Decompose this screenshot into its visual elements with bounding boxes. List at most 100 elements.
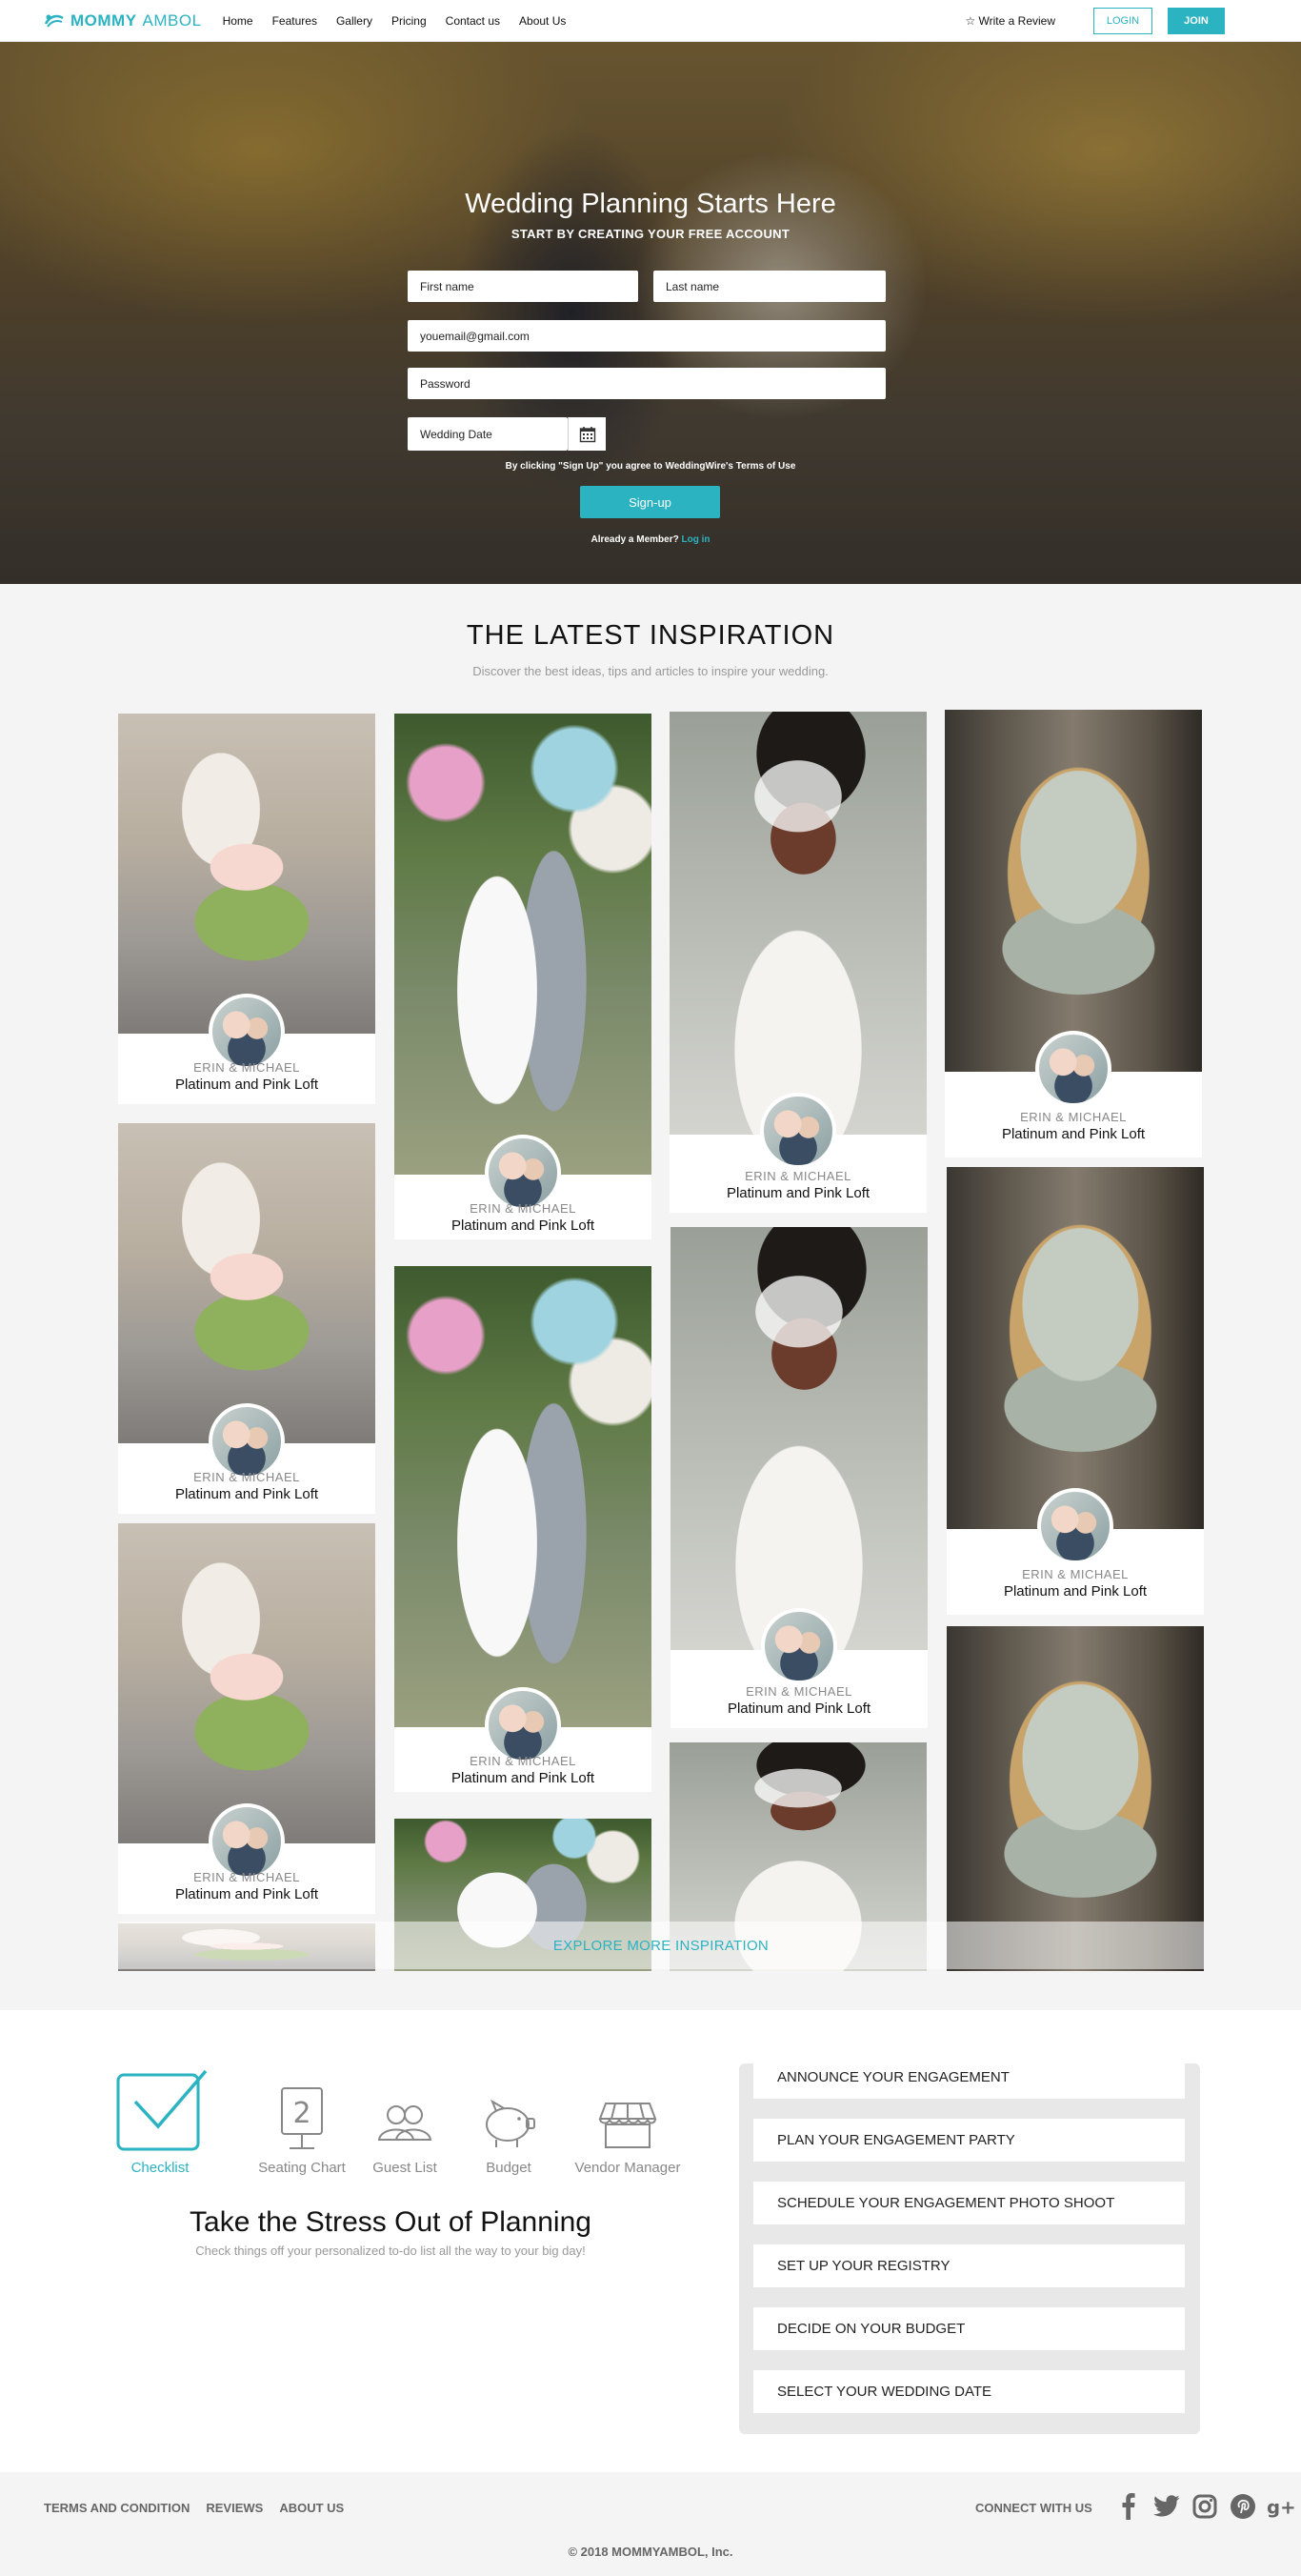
nav-link-gallery[interactable]: Gallery — [336, 14, 372, 28]
avatar — [485, 1135, 561, 1211]
instagram-icon[interactable] — [1191, 2491, 1219, 2522]
card-title: Platinum and Pink Loft — [174, 1486, 319, 1502]
login-button[interactable]: LOGIN — [1093, 7, 1152, 34]
twitter-icon[interactable] — [1152, 2491, 1181, 2522]
inspiration-card[interactable]: ERIN & MICHAEL Platinum and Pink Loft — [118, 1523, 375, 1914]
tool-seating-chart[interactable]: 2 Seating Chart — [250, 2086, 354, 2176]
tool-checklist[interactable]: Checklist — [112, 2069, 208, 2176]
avatar — [209, 1403, 285, 1479]
nav-link-pricing[interactable]: Pricing — [391, 14, 427, 28]
inspiration-card[interactable]: ERIN & MICHAEL Platinum and Pink Loft — [945, 710, 1202, 1157]
nav-link-features[interactable]: Features — [272, 14, 317, 28]
card-title: Platinum and Pink Loft — [727, 1701, 871, 1717]
tool-guest-list[interactable]: Guest List — [367, 2098, 443, 2176]
card-title: Platinum and Pink Loft — [1001, 1126, 1146, 1142]
avatar — [1035, 1031, 1111, 1107]
seating-chart-icon: 2 — [281, 2087, 323, 2149]
social-links: g+ — [1114, 2491, 1295, 2522]
first-name-input[interactable]: First name — [408, 271, 638, 302]
wedding-date-input[interactable]: Wedding Date — [408, 417, 568, 451]
inspiration-card[interactable]: ERIN & MICHAEL Platinum and Pink Loft — [671, 1227, 928, 1728]
inspiration-subtitle: Discover the best ideas, tips and articl… — [472, 664, 829, 678]
todo-list: ANNOUNCE YOUR ENGAGEMENT PLAN YOUR ENGAG… — [739, 2056, 1200, 2434]
footer-link-about[interactable]: ABOUT US — [279, 2501, 344, 2515]
hero-title: Wedding Planning Starts Here — [465, 189, 836, 219]
tool-label: Seating Chart — [258, 2160, 346, 2176]
todo-item[interactable]: PLAN YOUR ENGAGEMENT PARTY — [753, 2119, 1185, 2162]
card-couple-names: ERIN & MICHAEL — [470, 1754, 576, 1768]
inspiration-card[interactable]: ERIN & MICHAEL Platinum and Pink Loft — [118, 1123, 375, 1514]
piggy-bank-icon — [486, 2099, 535, 2147]
nav-link-contact[interactable]: Contact us — [446, 14, 500, 28]
facebook-icon[interactable] — [1114, 2491, 1143, 2522]
planning-subtitle: Check things off your personalized to-do… — [195, 2244, 586, 2258]
inspiration-card[interactable]: ERIN & MICHAEL Platinum and Pink Loft — [118, 714, 375, 1104]
inspiration-card[interactable] — [947, 1626, 1204, 1971]
avatar — [761, 1608, 837, 1684]
card-couple-names: ERIN & MICHAEL — [1020, 1110, 1127, 1124]
card-couple-names: ERIN & MICHAEL — [746, 1684, 852, 1699]
password-input[interactable]: Password — [408, 368, 886, 399]
guest-list-icon — [377, 2105, 432, 2141]
card-photo — [394, 1266, 651, 1727]
nav-link-about[interactable]: About Us — [519, 14, 566, 28]
connect-label: CONNECT WITH US — [975, 2501, 1092, 2515]
pinterest-icon[interactable] — [1229, 2491, 1257, 2522]
avatar — [760, 1093, 836, 1169]
checklist-icon — [116, 2069, 208, 2151]
signup-button[interactable]: Sign-up — [580, 486, 720, 518]
top-navigation: MOMMY AMBOL Home Features Gallery Pricing… — [0, 0, 1301, 42]
card-couple-names: ERIN & MICHAEL — [470, 1201, 576, 1216]
inspiration-card[interactable]: ERIN & MICHAEL Platinum and Pink Loft — [947, 1167, 1204, 1615]
svg-text:2: 2 — [292, 2097, 310, 2130]
avatar — [485, 1687, 561, 1763]
card-photo — [394, 714, 651, 1175]
planning-section: Checklist 2 Seating Chart Guest List Bud… — [0, 2010, 1301, 2472]
todo-item[interactable]: ANNOUNCE YOUR ENGAGEMENT — [753, 2056, 1185, 2099]
tool-label: Checklist — [130, 2160, 190, 2176]
member-login-link[interactable]: Log in — [682, 534, 711, 545]
card-photo — [945, 710, 1202, 1072]
inspiration-card[interactable]: ERIN & MICHAEL Platinum and Pink Loft — [394, 714, 651, 1239]
todo-item[interactable]: SET UP YOUR REGISTRY — [753, 2244, 1185, 2287]
footer-link-terms[interactable]: TERMS AND CONDITION — [44, 2501, 190, 2515]
explore-more-button[interactable]: EXPLORE MORE INSPIRATION — [118, 1922, 1204, 1969]
email-input[interactable]: youemail@gmail.com — [408, 320, 886, 352]
logo-text-bold: MOMMY — [70, 10, 137, 30]
todo-item[interactable]: SCHEDULE YOUR ENGAGEMENT PHOTO SHOOT — [753, 2182, 1185, 2224]
google-plus-icon[interactable]: g+ — [1267, 2491, 1295, 2522]
member-text: Already a Member? — [590, 534, 679, 545]
avatar — [209, 1803, 285, 1880]
logo[interactable]: MOMMY AMBOL — [44, 11, 202, 30]
nav-link-home[interactable]: Home — [223, 14, 253, 28]
logo-icon — [44, 14, 64, 28]
card-photo — [947, 1167, 1204, 1529]
card-couple-names: ERIN & MICHAEL — [193, 1470, 300, 1484]
inspiration-section: THE LATEST INSPIRATION Discover the best… — [0, 584, 1301, 2010]
card-title: Platinum and Pink Loft — [450, 1218, 595, 1234]
inspiration-card[interactable]: ERIN & MICHAEL Platinum and Pink Loft — [670, 712, 927, 1213]
card-photo — [118, 714, 375, 1034]
card-photo — [118, 1523, 375, 1843]
todo-item[interactable]: SELECT YOUR WEDDING DATE — [753, 2370, 1185, 2413]
write-review-link[interactable]: ☆ Write a Review — [965, 14, 1055, 28]
join-button[interactable]: JOIN — [1168, 7, 1225, 34]
calendar-button[interactable] — [568, 417, 606, 451]
tool-label: Guest List — [372, 2160, 437, 2176]
todo-item[interactable]: DECIDE ON YOUR BUDGET — [753, 2307, 1185, 2350]
card-title: Platinum and Pink Loft — [174, 1077, 319, 1093]
inspiration-title: THE LATEST INSPIRATION — [466, 620, 835, 651]
card-couple-names: ERIN & MICHAEL — [193, 1870, 300, 1884]
nav-actions: ☆ Write a Review LOGIN JOIN — [965, 7, 1257, 34]
card-photo — [118, 1123, 375, 1443]
card-couple-names: ERIN & MICHAEL — [745, 1169, 851, 1183]
footer-link-reviews[interactable]: REVIEWS — [206, 2501, 263, 2515]
tool-budget[interactable]: Budget — [470, 2098, 547, 2176]
tool-label: Vendor Manager — [574, 2160, 681, 2176]
last-name-input[interactable]: Last name — [653, 271, 886, 302]
avatar — [1037, 1488, 1113, 1564]
inspiration-card[interactable]: ERIN & MICHAEL Platinum and Pink Loft — [394, 1266, 651, 1792]
svg-text:g+: g+ — [1267, 2497, 1295, 2519]
tool-vendor-manager[interactable]: Vendor Manager — [566, 2098, 690, 2176]
card-title: Platinum and Pink Loft — [726, 1185, 871, 1201]
